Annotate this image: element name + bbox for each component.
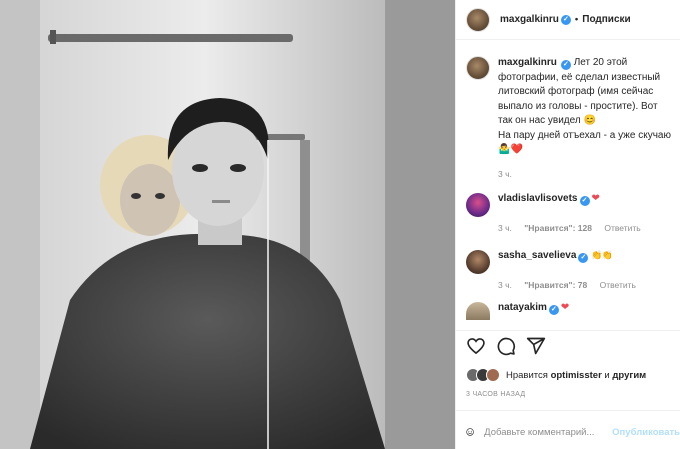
post-side-panel: maxgalkinru ✓ • Подписки maxgalkinru ✓ Ле… [456,0,680,449]
commenter-avatar[interactable] [466,302,490,320]
caption-age[interactable]: 3 ч. [498,167,678,182]
comment-meta: 3 ч. "Нравится": 78 Ответить [498,280,646,290]
verified-badge: ✓ [560,60,571,70]
commenter-username[interactable]: sasha_savelieva [498,250,576,261]
comment-text: ❤ [560,302,570,313]
heart-icon[interactable] [466,336,486,356]
comment-age[interactable]: 3 ч. [498,223,512,233]
liker-avatar[interactable] [486,368,500,382]
comment-item: vladislavlisovets ✓ ❤ 3 ч. "Нравится": 128… [466,193,678,233]
comment-likes[interactable]: "Нравится": 78 [524,280,587,290]
comment-input[interactable] [484,426,613,438]
comment-text: 👏👏 [591,250,612,260]
caption-text: maxgalkinru ✓ Лет 20 этой фотографии, её … [498,56,678,181]
likes-prefix: Нравится [506,369,548,381]
verified-badge: ✓ [548,305,559,315]
likes-others-link[interactable]: другим [612,370,646,381]
post-photo[interactable] [0,0,455,449]
reply-button[interactable]: Ответить [604,223,640,233]
reply-button[interactable]: Ответить [600,280,636,290]
post-timestamp[interactable]: 3 часов назад [466,391,525,398]
publish-button[interactable]: Опубликовать [612,427,680,438]
share-icon[interactable] [526,336,546,356]
verified-badge: ✓ [579,196,590,206]
commenter-avatar[interactable] [466,193,490,217]
author-avatar[interactable] [466,7,490,32]
comment-form: Опубликовать [466,422,680,442]
comment-age[interactable]: 3 ч. [498,280,512,290]
caption-line: На пару дней отъехал - а уже скучаю [498,129,671,141]
commenter-username[interactable]: vladislavlisovets [498,193,578,204]
caption: maxgalkinru ✓ Лет 20 этой фотографии, её … [466,56,678,181]
comment-divider [456,410,680,411]
likes-and: и [604,369,610,381]
actions-divider [456,330,680,331]
caption-line: Лет 20 этой [573,57,628,68]
comment-icon[interactable] [496,336,516,356]
caption-line: фотографии, её сделал известный [498,71,661,83]
comment-item: sasha_savelieva ✓ 👏👏 3 ч. "Нравится": 78 О… [466,250,678,290]
commenter-username[interactable]: natayakim [498,302,547,313]
caption-line: 🤷‍♂️❤️ [498,144,523,155]
post-header: maxgalkinru ✓ • Подписки [456,0,680,40]
caption-line: выпало из головы - простите). Вот [498,100,658,112]
comment-meta: 3 ч. "Нравится": 128 Ответить [498,223,651,233]
commenter-avatar[interactable] [466,250,490,274]
photo-image [0,0,455,449]
verified-badge: ✓ [560,14,571,25]
likes-text: Нравится optimisster и другим [506,370,646,381]
comment-text: ❤ [591,193,600,204]
caption-username[interactable]: maxgalkinru [498,57,557,68]
liker-username[interactable]: optimisster [551,370,602,381]
caption-avatar[interactable] [466,56,490,80]
verified-badge: ✓ [578,253,589,263]
following-button[interactable]: Подписки [582,14,630,25]
comment-likes[interactable]: "Нравится": 128 [524,223,592,233]
comment-item: natayakim ✓ ❤ [466,302,678,320]
caption-line: так он нас увидел 😊 [498,115,596,126]
header-separator: • [574,14,579,25]
likes-summary: Нравится optimisster и другим [466,368,646,382]
action-bar [466,336,678,356]
caption-line: литовский фотограф (имя сейчас [498,86,654,97]
emoji-icon[interactable] [466,424,474,440]
author-username[interactable]: maxgalkinru [500,14,559,25]
